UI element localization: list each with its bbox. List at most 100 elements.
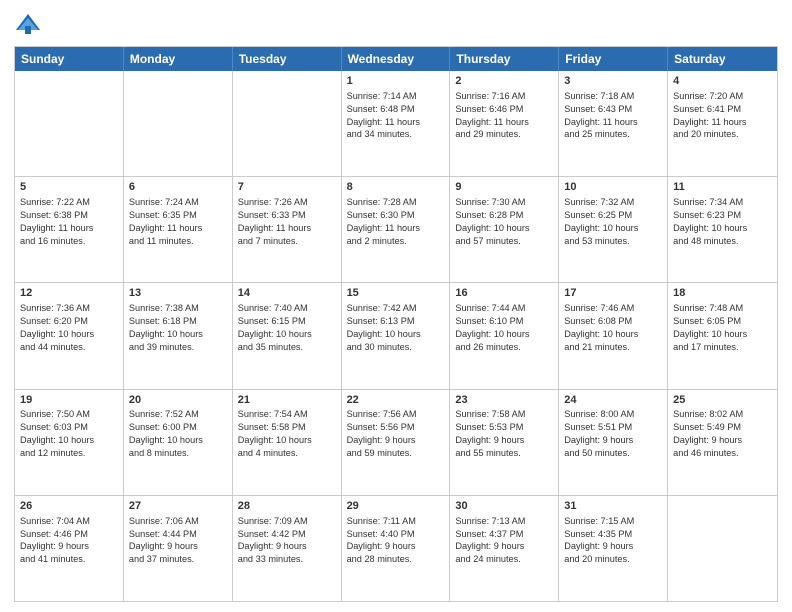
col-header-monday: Monday [124,47,233,71]
day-number: 29 [347,499,445,514]
day-info: Sunrise: 7:50 AM Sunset: 6:03 PM Dayligh… [20,408,118,460]
week-row-5: 26Sunrise: 7:04 AM Sunset: 4:46 PM Dayli… [15,495,777,601]
day-cell-27: 27Sunrise: 7:06 AM Sunset: 4:44 PM Dayli… [124,496,233,601]
week-row-2: 5Sunrise: 7:22 AM Sunset: 6:38 PM Daylig… [15,176,777,282]
day-info: Sunrise: 7:52 AM Sunset: 6:00 PM Dayligh… [129,408,227,460]
day-number: 31 [564,499,662,514]
day-info: Sunrise: 7:58 AM Sunset: 5:53 PM Dayligh… [455,408,553,460]
day-info: Sunrise: 7:18 AM Sunset: 6:43 PM Dayligh… [564,90,662,142]
day-number: 3 [564,74,662,89]
day-info: Sunrise: 7:24 AM Sunset: 6:35 PM Dayligh… [129,196,227,248]
day-number: 8 [347,180,445,195]
day-cell-11: 11Sunrise: 7:34 AM Sunset: 6:23 PM Dayli… [668,177,777,282]
day-cell-1: 1Sunrise: 7:14 AM Sunset: 6:48 PM Daylig… [342,71,451,176]
day-info: Sunrise: 7:06 AM Sunset: 4:44 PM Dayligh… [129,515,227,567]
day-info: Sunrise: 7:44 AM Sunset: 6:10 PM Dayligh… [455,302,553,354]
day-cell-23: 23Sunrise: 7:58 AM Sunset: 5:53 PM Dayli… [450,390,559,495]
day-cell-4: 4Sunrise: 7:20 AM Sunset: 6:41 PM Daylig… [668,71,777,176]
day-info: Sunrise: 7:28 AM Sunset: 6:30 PM Dayligh… [347,196,445,248]
day-number: 18 [673,286,772,301]
week-row-4: 19Sunrise: 7:50 AM Sunset: 6:03 PM Dayli… [15,389,777,495]
day-cell-16: 16Sunrise: 7:44 AM Sunset: 6:10 PM Dayli… [450,283,559,388]
day-number: 9 [455,180,553,195]
day-info: Sunrise: 7:38 AM Sunset: 6:18 PM Dayligh… [129,302,227,354]
col-header-friday: Friday [559,47,668,71]
day-number: 28 [238,499,336,514]
day-number: 25 [673,393,772,408]
day-cell-31: 31Sunrise: 7:15 AM Sunset: 4:35 PM Dayli… [559,496,668,601]
day-number: 2 [455,74,553,89]
day-cell-25: 25Sunrise: 8:02 AM Sunset: 5:49 PM Dayli… [668,390,777,495]
day-cell-15: 15Sunrise: 7:42 AM Sunset: 6:13 PM Dayli… [342,283,451,388]
day-number: 13 [129,286,227,301]
day-info: Sunrise: 7:16 AM Sunset: 6:46 PM Dayligh… [455,90,553,142]
day-cell-9: 9Sunrise: 7:30 AM Sunset: 6:28 PM Daylig… [450,177,559,282]
day-cell-22: 22Sunrise: 7:56 AM Sunset: 5:56 PM Dayli… [342,390,451,495]
empty-cell-0-1 [124,71,233,176]
calendar-body: 1Sunrise: 7:14 AM Sunset: 6:48 PM Daylig… [15,71,777,601]
day-info: Sunrise: 7:15 AM Sunset: 4:35 PM Dayligh… [564,515,662,567]
day-info: Sunrise: 7:56 AM Sunset: 5:56 PM Dayligh… [347,408,445,460]
calendar: SundayMondayTuesdayWednesdayThursdayFrid… [14,46,778,602]
day-cell-26: 26Sunrise: 7:04 AM Sunset: 4:46 PM Dayli… [15,496,124,601]
day-cell-13: 13Sunrise: 7:38 AM Sunset: 6:18 PM Dayli… [124,283,233,388]
logo-icon [14,10,42,38]
day-info: Sunrise: 7:04 AM Sunset: 4:46 PM Dayligh… [20,515,118,567]
day-cell-18: 18Sunrise: 7:48 AM Sunset: 6:05 PM Dayli… [668,283,777,388]
week-row-3: 12Sunrise: 7:36 AM Sunset: 6:20 PM Dayli… [15,282,777,388]
day-cell-3: 3Sunrise: 7:18 AM Sunset: 6:43 PM Daylig… [559,71,668,176]
day-number: 4 [673,74,772,89]
day-cell-28: 28Sunrise: 7:09 AM Sunset: 4:42 PM Dayli… [233,496,342,601]
day-number: 12 [20,286,118,301]
day-info: Sunrise: 7:13 AM Sunset: 4:37 PM Dayligh… [455,515,553,567]
day-number: 14 [238,286,336,301]
day-cell-10: 10Sunrise: 7:32 AM Sunset: 6:25 PM Dayli… [559,177,668,282]
day-cell-17: 17Sunrise: 7:46 AM Sunset: 6:08 PM Dayli… [559,283,668,388]
day-info: Sunrise: 8:00 AM Sunset: 5:51 PM Dayligh… [564,408,662,460]
col-header-wednesday: Wednesday [342,47,451,71]
col-header-tuesday: Tuesday [233,47,342,71]
day-info: Sunrise: 8:02 AM Sunset: 5:49 PM Dayligh… [673,408,772,460]
day-info: Sunrise: 7:30 AM Sunset: 6:28 PM Dayligh… [455,196,553,248]
day-cell-24: 24Sunrise: 8:00 AM Sunset: 5:51 PM Dayli… [559,390,668,495]
day-cell-2: 2Sunrise: 7:16 AM Sunset: 6:46 PM Daylig… [450,71,559,176]
day-cell-12: 12Sunrise: 7:36 AM Sunset: 6:20 PM Dayli… [15,283,124,388]
header [14,10,778,38]
page: SundayMondayTuesdayWednesdayThursdayFrid… [0,0,792,612]
day-number: 16 [455,286,553,301]
day-number: 1 [347,74,445,89]
day-number: 7 [238,180,336,195]
day-number: 21 [238,393,336,408]
col-header-thursday: Thursday [450,47,559,71]
day-number: 11 [673,180,772,195]
day-number: 5 [20,180,118,195]
day-number: 6 [129,180,227,195]
day-number: 23 [455,393,553,408]
day-info: Sunrise: 7:36 AM Sunset: 6:20 PM Dayligh… [20,302,118,354]
day-number: 17 [564,286,662,301]
logo [14,10,46,38]
day-info: Sunrise: 7:32 AM Sunset: 6:25 PM Dayligh… [564,196,662,248]
empty-cell-0-2 [233,71,342,176]
day-number: 19 [20,393,118,408]
day-number: 15 [347,286,445,301]
col-header-sunday: Sunday [15,47,124,71]
day-number: 10 [564,180,662,195]
day-number: 20 [129,393,227,408]
day-number: 26 [20,499,118,514]
day-info: Sunrise: 7:26 AM Sunset: 6:33 PM Dayligh… [238,196,336,248]
day-cell-8: 8Sunrise: 7:28 AM Sunset: 6:30 PM Daylig… [342,177,451,282]
empty-cell-4-6 [668,496,777,601]
day-cell-19: 19Sunrise: 7:50 AM Sunset: 6:03 PM Dayli… [15,390,124,495]
day-info: Sunrise: 7:11 AM Sunset: 4:40 PM Dayligh… [347,515,445,567]
day-cell-20: 20Sunrise: 7:52 AM Sunset: 6:00 PM Dayli… [124,390,233,495]
col-header-saturday: Saturday [668,47,777,71]
day-cell-7: 7Sunrise: 7:26 AM Sunset: 6:33 PM Daylig… [233,177,342,282]
day-info: Sunrise: 7:22 AM Sunset: 6:38 PM Dayligh… [20,196,118,248]
day-cell-21: 21Sunrise: 7:54 AM Sunset: 5:58 PM Dayli… [233,390,342,495]
day-cell-6: 6Sunrise: 7:24 AM Sunset: 6:35 PM Daylig… [124,177,233,282]
day-info: Sunrise: 7:40 AM Sunset: 6:15 PM Dayligh… [238,302,336,354]
calendar-header-row: SundayMondayTuesdayWednesdayThursdayFrid… [15,47,777,71]
day-info: Sunrise: 7:09 AM Sunset: 4:42 PM Dayligh… [238,515,336,567]
day-cell-30: 30Sunrise: 7:13 AM Sunset: 4:37 PM Dayli… [450,496,559,601]
